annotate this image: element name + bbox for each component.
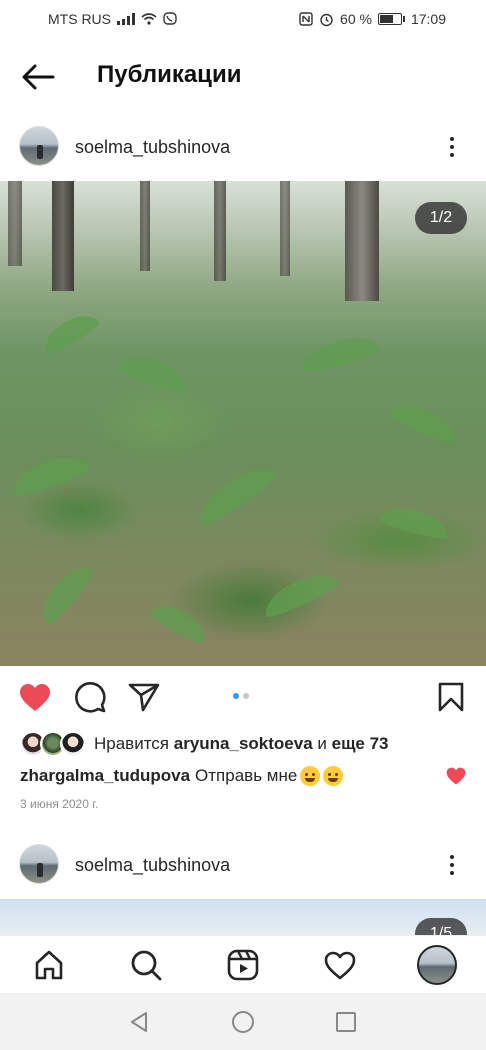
nav-activity[interactable] xyxy=(322,947,358,983)
share-button[interactable] xyxy=(127,680,161,714)
back-button[interactable] xyxy=(18,62,58,92)
leaf xyxy=(378,502,452,542)
carousel-dots xyxy=(233,693,249,699)
liker-avatars xyxy=(20,731,86,757)
page-title: Публикации xyxy=(97,61,242,88)
winking-face-emoji xyxy=(323,766,344,786)
status-right: 60 % 17:09 xyxy=(299,11,446,27)
leaf xyxy=(190,457,280,531)
system-home-button[interactable] xyxy=(230,1009,256,1035)
likes-others[interactable]: еще 73 xyxy=(332,734,389,753)
tree-trunk xyxy=(345,181,379,301)
likes-text: Нравится aryuna_soktoeva и еще 73 xyxy=(94,734,389,754)
leaf xyxy=(388,397,462,447)
likes-middle: и xyxy=(317,734,327,753)
avatar[interactable] xyxy=(19,844,59,884)
carousel-dot-active xyxy=(233,693,239,699)
viber-icon xyxy=(163,12,177,25)
comment-like-heart-icon[interactable] xyxy=(446,766,466,786)
post-date: 3 июня 2020 г. xyxy=(20,797,99,811)
page-header: Публикации xyxy=(0,48,486,106)
alarm-icon xyxy=(320,13,333,26)
heart-icon xyxy=(324,951,356,979)
nfc-icon xyxy=(299,12,313,26)
reels-icon xyxy=(227,949,259,981)
post-username[interactable]: soelma_tubshinova xyxy=(75,137,230,158)
tree-trunk xyxy=(8,181,22,266)
carrier-label: MTS RUS xyxy=(48,11,111,27)
battery-cap xyxy=(402,16,405,22)
likes-row[interactable]: Нравится aryuna_soktoeva и еще 73 xyxy=(20,731,389,757)
leaf xyxy=(33,558,97,628)
battery-icon xyxy=(377,13,402,25)
post-photo[interactable]: 1/2 xyxy=(0,181,486,666)
system-navigation-bar xyxy=(0,993,486,1050)
tree-trunk xyxy=(280,181,290,276)
bottom-nav xyxy=(0,935,486,993)
comment-button[interactable] xyxy=(73,680,107,714)
home-circle-icon xyxy=(232,1011,254,1033)
avatar[interactable] xyxy=(19,126,59,166)
leaf xyxy=(118,349,192,397)
comment-row: zhargalma_tudupova Отправь мне xyxy=(20,763,466,789)
leaf xyxy=(298,331,382,375)
bookmark-icon xyxy=(438,682,464,712)
back-triangle-icon xyxy=(131,1012,147,1032)
nav-home[interactable] xyxy=(31,947,67,983)
like-button[interactable] xyxy=(18,680,52,714)
comment-username[interactable]: zhargalma_tudupova xyxy=(20,766,190,786)
tree-trunk xyxy=(140,181,150,271)
search-icon xyxy=(131,950,162,981)
post-actions xyxy=(0,676,486,718)
next-post-header: soelma_tubshinova xyxy=(0,835,486,895)
likes-user[interactable]: aryuna_soktoeva xyxy=(174,734,313,753)
post-header: soelma_tubshinova xyxy=(0,117,486,177)
tree-trunk xyxy=(52,181,74,291)
next-post-username[interactable]: soelma_tubshinova xyxy=(75,855,230,876)
more-options-button[interactable] xyxy=(440,132,464,162)
wifi-icon xyxy=(141,13,157,25)
next-more-options-button[interactable] xyxy=(440,850,464,880)
system-back-button[interactable] xyxy=(126,1009,152,1035)
signal-icon xyxy=(117,13,135,25)
nav-search[interactable] xyxy=(128,947,164,983)
clock: 17:09 xyxy=(410,11,446,27)
system-recents-button[interactable] xyxy=(333,1009,359,1035)
arrow-left-icon xyxy=(22,64,55,90)
leaf xyxy=(7,448,93,500)
leaf xyxy=(38,307,102,357)
liker-avatar xyxy=(60,731,86,757)
tree-trunk xyxy=(214,181,226,281)
nav-reels[interactable] xyxy=(225,947,261,983)
comment-icon xyxy=(75,682,106,713)
leaf xyxy=(258,565,342,621)
battery-percent: 60 % xyxy=(340,11,372,27)
carousel-dot xyxy=(243,693,249,699)
leaf xyxy=(148,597,212,647)
likes-prefix: Нравится xyxy=(94,734,170,753)
recents-square-icon xyxy=(336,1012,356,1032)
status-left: MTS RUS xyxy=(48,11,177,27)
next-post-photo[interactable]: 1/5 xyxy=(0,899,486,935)
photo-counter: 1/2 xyxy=(415,202,467,234)
home-icon xyxy=(35,950,63,980)
nav-profile-avatar[interactable] xyxy=(417,945,457,985)
status-bar: MTS RUS 60 % 17:09 xyxy=(0,0,486,38)
hugging-face-emoji xyxy=(300,766,321,786)
heart-filled-icon xyxy=(20,683,50,711)
comment-text: Отправь мне xyxy=(195,766,298,785)
save-button[interactable] xyxy=(434,680,468,714)
next-photo-counter: 1/5 xyxy=(415,918,467,935)
send-icon xyxy=(128,683,160,712)
